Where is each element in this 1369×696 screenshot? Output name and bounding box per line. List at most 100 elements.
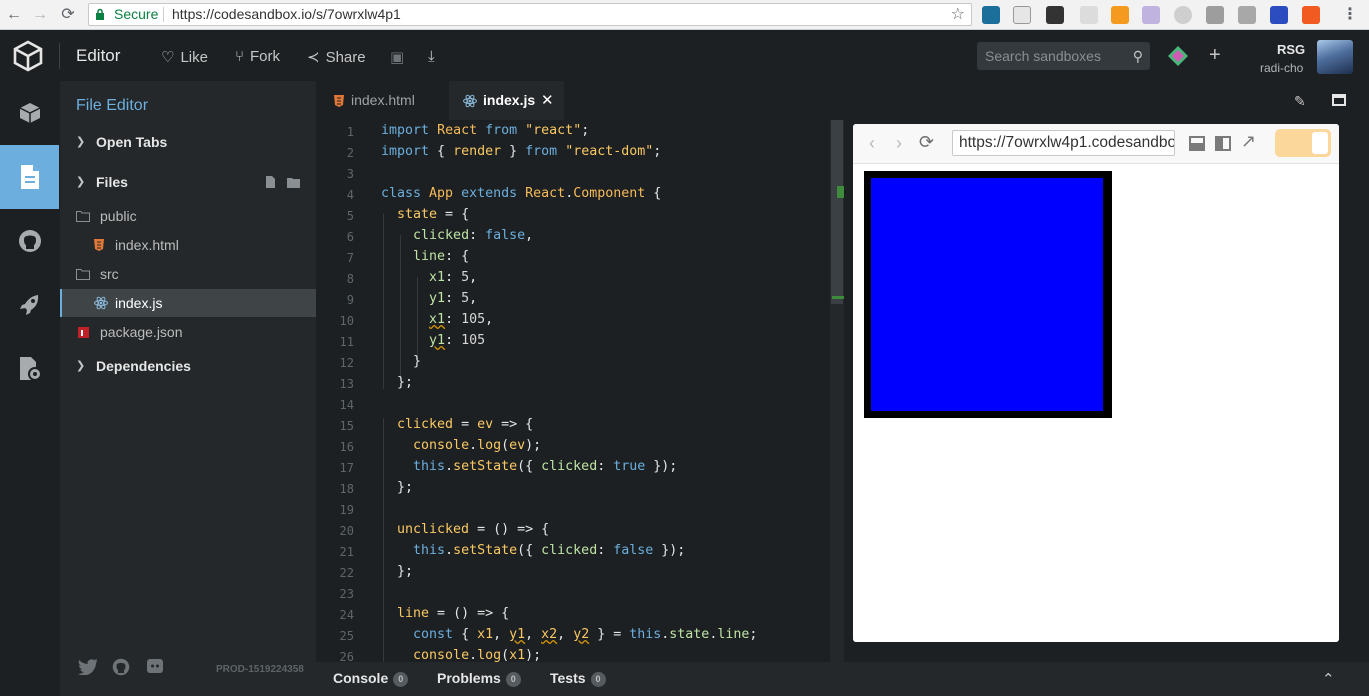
line-number: 3 (346, 167, 354, 181)
url-text[interactable]: https://codesandbox.io/s/7owrxlw4p1 (172, 4, 401, 25)
preview-back-icon[interactable]: ‹ (869, 133, 875, 154)
like-button[interactable]: ♡ Like (161, 48, 208, 66)
flask-icon[interactable] (1142, 6, 1160, 24)
line-number: 24 (339, 608, 354, 622)
file-editor-icon[interactable] (0, 145, 59, 209)
preview-toggle[interactable] (1275, 129, 1331, 157)
line-number: 1 (346, 125, 354, 139)
ie-icon[interactable] (1270, 6, 1288, 24)
tab-console[interactable]: Console 0 (333, 662, 409, 696)
folder-icon (76, 211, 90, 222)
share-label: Share (325, 49, 366, 66)
code-line: clicked: false, (413, 228, 534, 243)
sidebar-footer: PROD-1519224358 (60, 651, 316, 683)
avatar[interactable] (1317, 40, 1353, 74)
preview-forward-icon[interactable]: › (896, 133, 902, 154)
config-files-icon[interactable] (0, 337, 59, 401)
line-number: 14 (339, 398, 354, 412)
code-line: this.setState({ clicked: false }); (413, 543, 686, 558)
user-handle[interactable]: radi-cho (1260, 61, 1303, 75)
skype-icon[interactable] (1174, 6, 1192, 24)
reload-icon[interactable]: ⟳ (58, 5, 78, 25)
pencil-icon[interactable]: ✎ (1294, 93, 1306, 110)
code-line: import { render } from "react-dom"; (381, 144, 662, 159)
address-bar[interactable]: Secure https://codesandbox.io/s/7owrxlw4… (88, 3, 972, 26)
scrollbar-thumb[interactable] (831, 120, 843, 304)
github-footer-icon[interactable] (112, 658, 130, 676)
project-info-icon[interactable] (0, 81, 59, 145)
preview-url-input[interactable]: https://7owrxlw4p1.codesandbox.io/ (952, 130, 1175, 156)
change-marker (832, 296, 844, 299)
fork-button[interactable]: ⑂ Fork (235, 48, 280, 65)
preview-panel: ‹ › ⟳ https://7owrxlw4p1.codesandbox.io/… (846, 120, 1369, 662)
tree-item-package-json[interactable]: package.json (60, 318, 316, 346)
back-icon[interactable]: ← (4, 5, 24, 25)
code-line: line: { (413, 249, 470, 264)
tree-item-public[interactable]: public (60, 202, 316, 230)
code-editor[interactable]: 1 2 3 4 5 6 7 8 9 10 11 12 13 14 15 16 17 18 19 20 21 22 23 24 2… (316, 120, 846, 662)
new-folder-icon[interactable] (287, 177, 300, 188)
tab-tests[interactable]: Tests 0 (550, 662, 606, 696)
code-line: console.log(x1); (413, 648, 542, 662)
tree-item-src[interactable]: src (60, 260, 316, 288)
discord-icon[interactable] (146, 658, 164, 676)
save-icon[interactable]: ▣ (390, 48, 404, 66)
chevron-right-icon: ❯ (76, 360, 86, 372)
line-number: 25 (339, 629, 354, 643)
layout-bottom-icon[interactable] (1189, 136, 1205, 151)
tab-index-js[interactable]: index.js ✕ (449, 81, 564, 120)
tab-index-html[interactable]: index.html (316, 81, 449, 120)
star-icon[interactable]: ☆ (951, 4, 965, 25)
blue-square[interactable] (871, 178, 1103, 411)
share-icon: ≺ (307, 49, 320, 66)
open-tabs-label: Open Tabs (96, 134, 168, 150)
forward-icon[interactable]: → (30, 5, 50, 25)
vue-icon[interactable] (1238, 6, 1256, 24)
patron-diamond-icon[interactable] (1168, 46, 1188, 66)
tests-label: Tests (550, 670, 586, 686)
bottom-panel-bar: Console 0 Problems 0 Tests 0 ⌃ (316, 662, 1369, 696)
film-icon[interactable] (1046, 6, 1064, 24)
search-input[interactable]: Search sandboxes ⚲ (977, 42, 1150, 70)
extension-icon[interactable] (1206, 6, 1224, 24)
codesandbox-logo-icon[interactable] (12, 40, 44, 72)
new-sandbox-icon[interactable]: + (1209, 44, 1221, 67)
move-icon[interactable] (1013, 6, 1031, 24)
tree-item-index-html[interactable]: index.html (60, 231, 316, 259)
glasses-icon[interactable] (1302, 6, 1320, 24)
code-line: y1: 105 (429, 333, 486, 348)
eyedropper-icon[interactable] (1080, 6, 1098, 24)
tab-problems[interactable]: Problems 0 (437, 662, 521, 696)
chevron-right-icon: ❯ (76, 136, 86, 148)
open-tabs-section[interactable]: ❯ Open Tabs (60, 128, 316, 156)
close-icon[interactable]: ✕ (541, 81, 554, 120)
dependencies-section[interactable]: ❯ Dependencies (60, 352, 316, 380)
user-name[interactable]: RSG (1277, 42, 1305, 57)
file-explorer: File Editor ❯ Open Tabs ❯ Files public i… (60, 81, 316, 696)
line-number: 21 (339, 545, 354, 559)
download-icon[interactable]: ⤓ (428, 48, 435, 65)
browser-chrome: ← → ⟳ Secure https://codesandbox.io/s/7o… (0, 0, 1369, 30)
deploy-rocket-icon[interactable] (0, 273, 59, 337)
window-icon[interactable] (1332, 94, 1346, 106)
preview-browser: ‹ › ⟳ https://7owrxlw4p1.codesandbox.io/… (853, 124, 1339, 642)
open-external-icon[interactable]: ↗ (1241, 131, 1256, 152)
files-section[interactable]: ❯ Files (60, 168, 316, 196)
share-button[interactable]: ≺ Share (307, 48, 366, 66)
react-devtools-icon[interactable] (982, 6, 1000, 24)
editor-tabs: index.html index.js ✕ ✎ (316, 81, 1369, 120)
header-divider (59, 43, 60, 69)
preview-refresh-icon[interactable]: ⟳ (919, 132, 934, 153)
layout-side-icon[interactable] (1215, 136, 1231, 151)
line-number: 8 (346, 272, 354, 286)
twitter-icon[interactable] (78, 659, 98, 675)
tree-item-label: src (100, 266, 119, 282)
new-file-icon[interactable] (265, 176, 276, 188)
tree-item-index-js[interactable]: index.js (60, 289, 316, 317)
line-number: 16 (339, 440, 354, 454)
rss-icon[interactable] (1111, 6, 1129, 24)
chevron-up-icon[interactable]: ⌃ (1322, 670, 1335, 688)
code-line: console.log(ev); (413, 438, 542, 453)
menu-icon[interactable]: ⋮ (1340, 5, 1360, 25)
github-icon[interactable] (0, 209, 59, 273)
